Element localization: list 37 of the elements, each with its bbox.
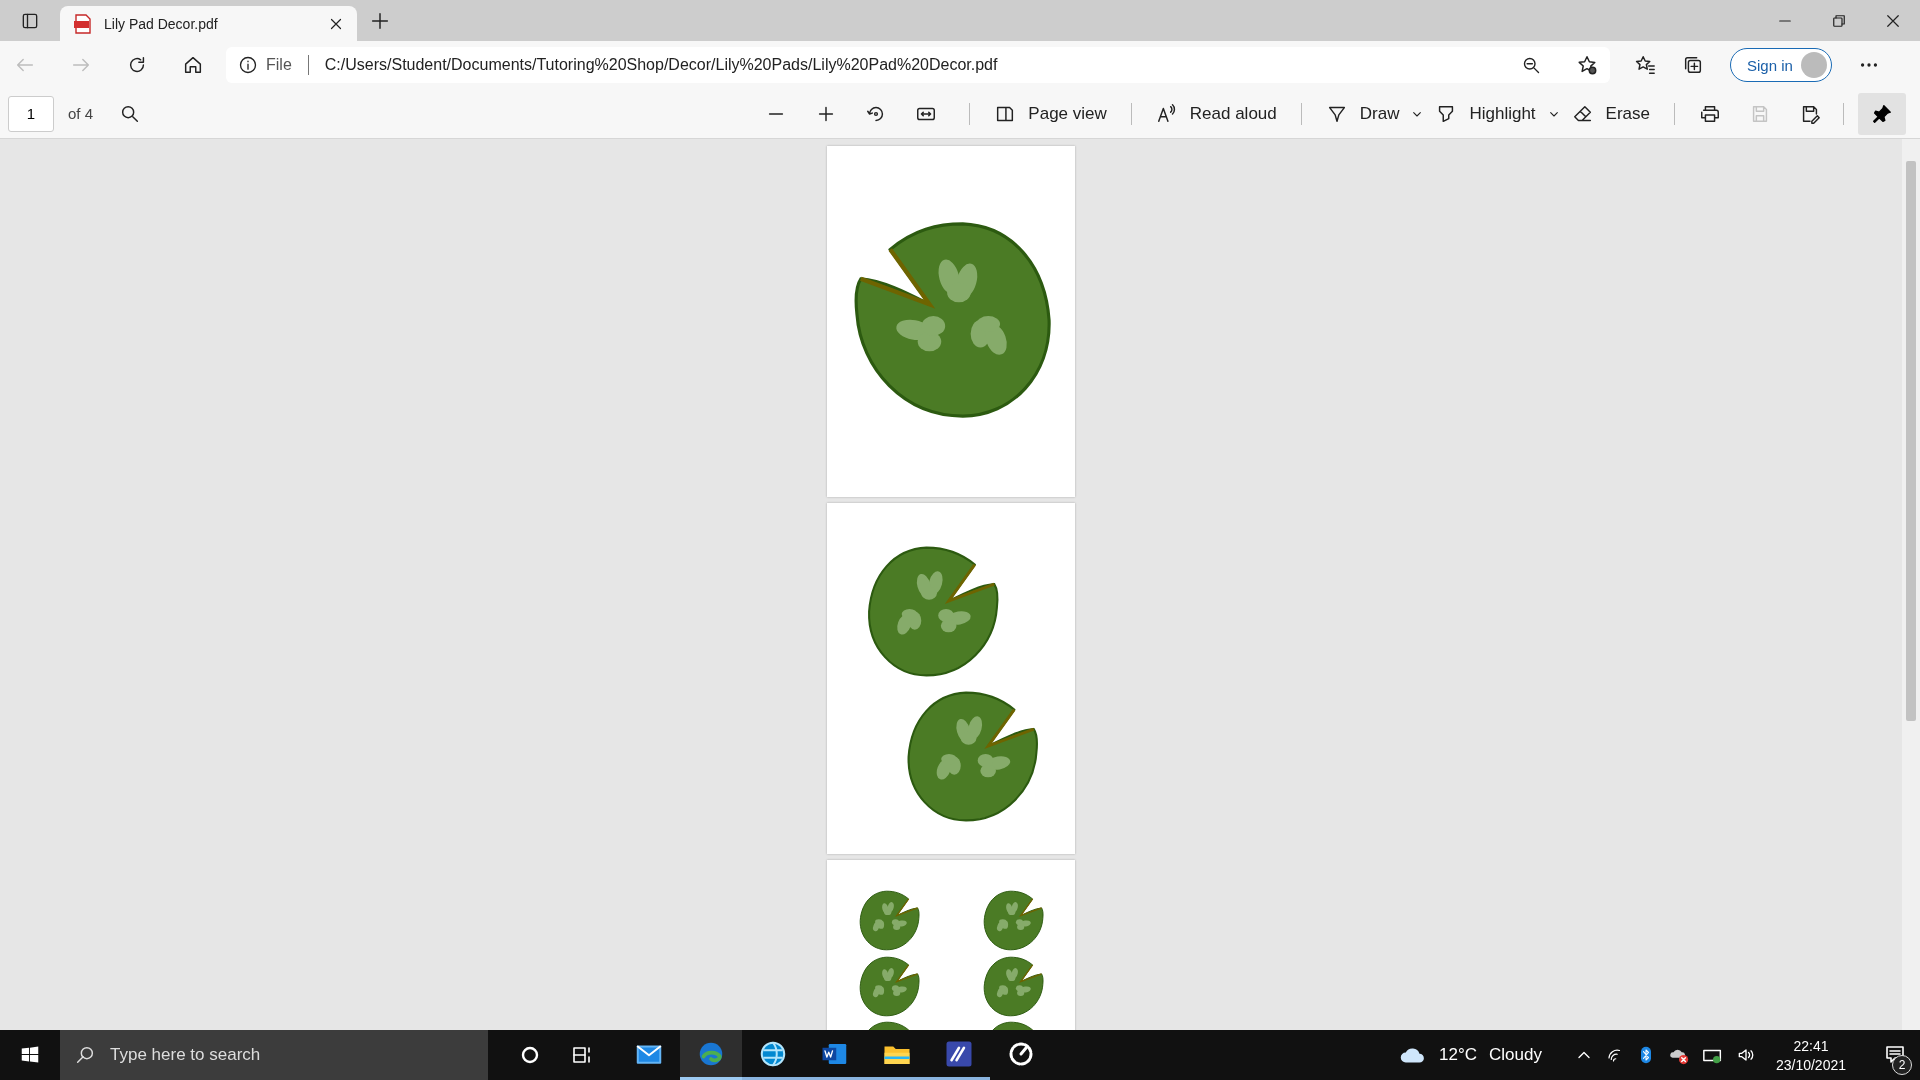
taskbar-app-button[interactable]: [680, 1030, 742, 1080]
read-aloud-icon: [1155, 102, 1178, 125]
page-count: of 4: [68, 105, 94, 122]
lily-pad-drawing: [857, 956, 922, 1017]
temperature: 12°C: [1439, 1045, 1477, 1065]
tab-title: Lily Pad Decor.pdf: [104, 15, 219, 32]
pin-toolbar-button[interactable]: [1858, 92, 1906, 135]
notification-count: 2: [1892, 1055, 1912, 1075]
lily-pad-drawing: [981, 956, 1046, 1017]
url-text: C:/Users/Student/Documents/Tutoring%20Shop/Decor/Lily%20Pads/Lily%20Pad%20Decor.pdf: [324, 56, 999, 74]
pdf-file-icon: [74, 13, 92, 34]
scrollbar[interactable]: [1902, 139, 1920, 1030]
add-favorite-icon[interactable]: [1576, 54, 1598, 76]
highlight-button[interactable]: Highlight: [1425, 102, 1546, 125]
sign-in-button[interactable]: Sign in: [1730, 48, 1832, 82]
draw-button[interactable]: Draw: [1315, 102, 1410, 125]
pin-icon: [1871, 102, 1893, 125]
home-icon[interactable]: [182, 54, 204, 76]
page-number-field[interactable]: 1: [8, 95, 54, 132]
time: 22:41: [1793, 1037, 1829, 1054]
clock[interactable]: 22:41 23/10/2021: [1775, 1037, 1846, 1073]
lily-pad-drawing: [981, 890, 1046, 951]
erase-button[interactable]: Erase: [1561, 102, 1660, 125]
lily-pad-drawing: [857, 890, 922, 951]
info-icon: [238, 55, 258, 75]
scheme-label: File: [266, 56, 292, 74]
avatar-icon: [1800, 52, 1827, 78]
search-icon: [74, 1044, 96, 1066]
date: 23/10/2021: [1775, 1056, 1846, 1073]
browser-tab[interactable]: Lily Pad Decor.pdf: [60, 6, 357, 41]
weather-text: Cloudy: [1489, 1045, 1542, 1065]
read-aloud-button[interactable]: Read aloud: [1145, 102, 1287, 125]
taskbar-search-field[interactable]: Type here to search: [60, 1030, 488, 1080]
page-view-button[interactable]: Page view: [984, 102, 1117, 125]
favorites-icon[interactable]: [1634, 54, 1656, 76]
collections-icon[interactable]: [1682, 54, 1704, 76]
address-field[interactable]: File C:/Users/Student/Documents/Tutoring%20Shop/Decor/Lily%20Pads/Lily%20Pad%20Decor.pdf: [226, 47, 1610, 83]
